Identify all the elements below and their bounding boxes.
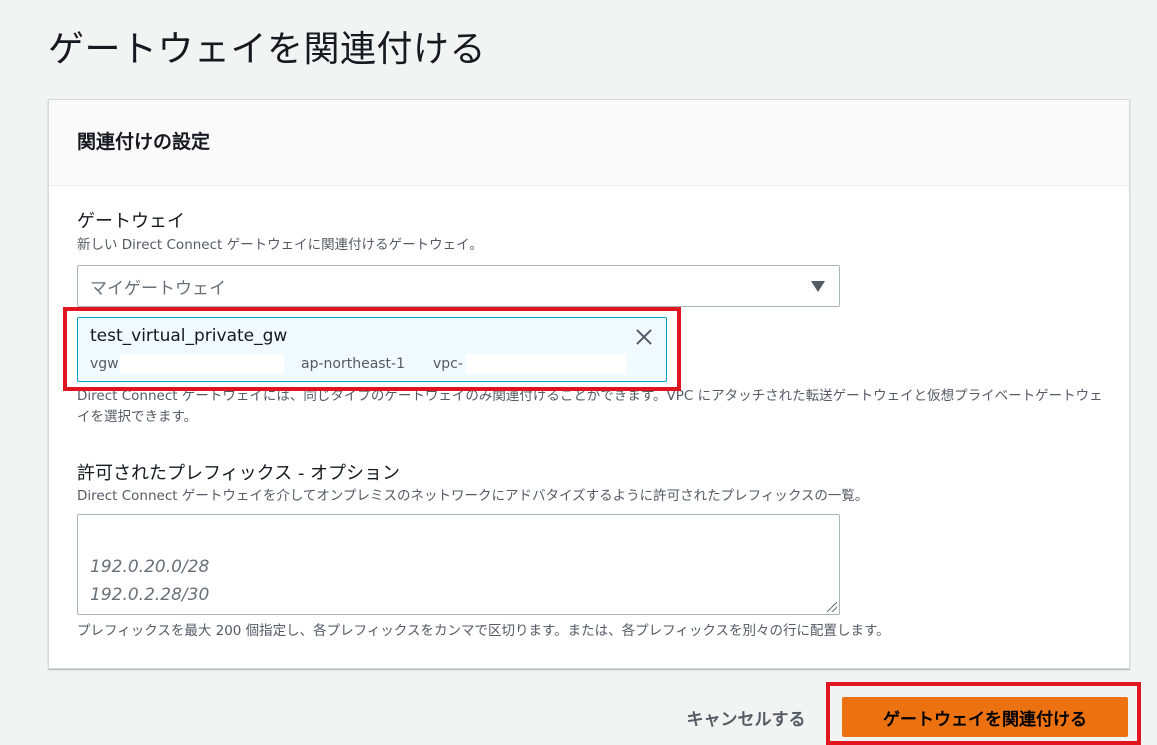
prefixes-label: 許可されたプレフィックス - オプション: [77, 463, 401, 484]
resize-grip-icon[interactable]: [827, 602, 837, 612]
prefixes-description: Direct Connect ゲートウェイを介してオンプレミスのネットワークにア…: [77, 488, 869, 504]
page-title: ゲートウェイを関連付ける: [48, 29, 487, 70]
highlight-box-token: [63, 307, 681, 391]
prefixes-hint: プレフィックスを最大 200 個指定し、各プレフィックスをカンマで区切ります。ま…: [77, 623, 890, 639]
gateway-select-placeholder: マイゲートウェイ: [90, 278, 226, 299]
prefixes-placeholder: 192.0.20.0/28 192.0.2.28/30: [90, 557, 210, 605]
panel-title: 関連付けの設定: [77, 131, 211, 153]
gateway-label: ゲートウェイ: [77, 211, 185, 232]
highlight-box-submit: [826, 682, 1141, 745]
gateway-hint: Direct Connect ゲートウェイには、同じタイプのゲートウェイのみ関連…: [77, 388, 1103, 425]
cancel-button[interactable]: キャンセルする: [665, 697, 827, 737]
caret-down-icon: [811, 281, 825, 292]
gateway-select[interactable]: マイゲートウェイ: [77, 265, 840, 307]
panel-header: 関連付けの設定: [49, 100, 1129, 186]
gateway-description: 新しい Direct Connect ゲートウェイに関連付けるゲートウェイ。: [77, 237, 483, 253]
prefixes-textarea[interactable]: 192.0.20.0/28 192.0.2.28/30: [77, 514, 840, 615]
